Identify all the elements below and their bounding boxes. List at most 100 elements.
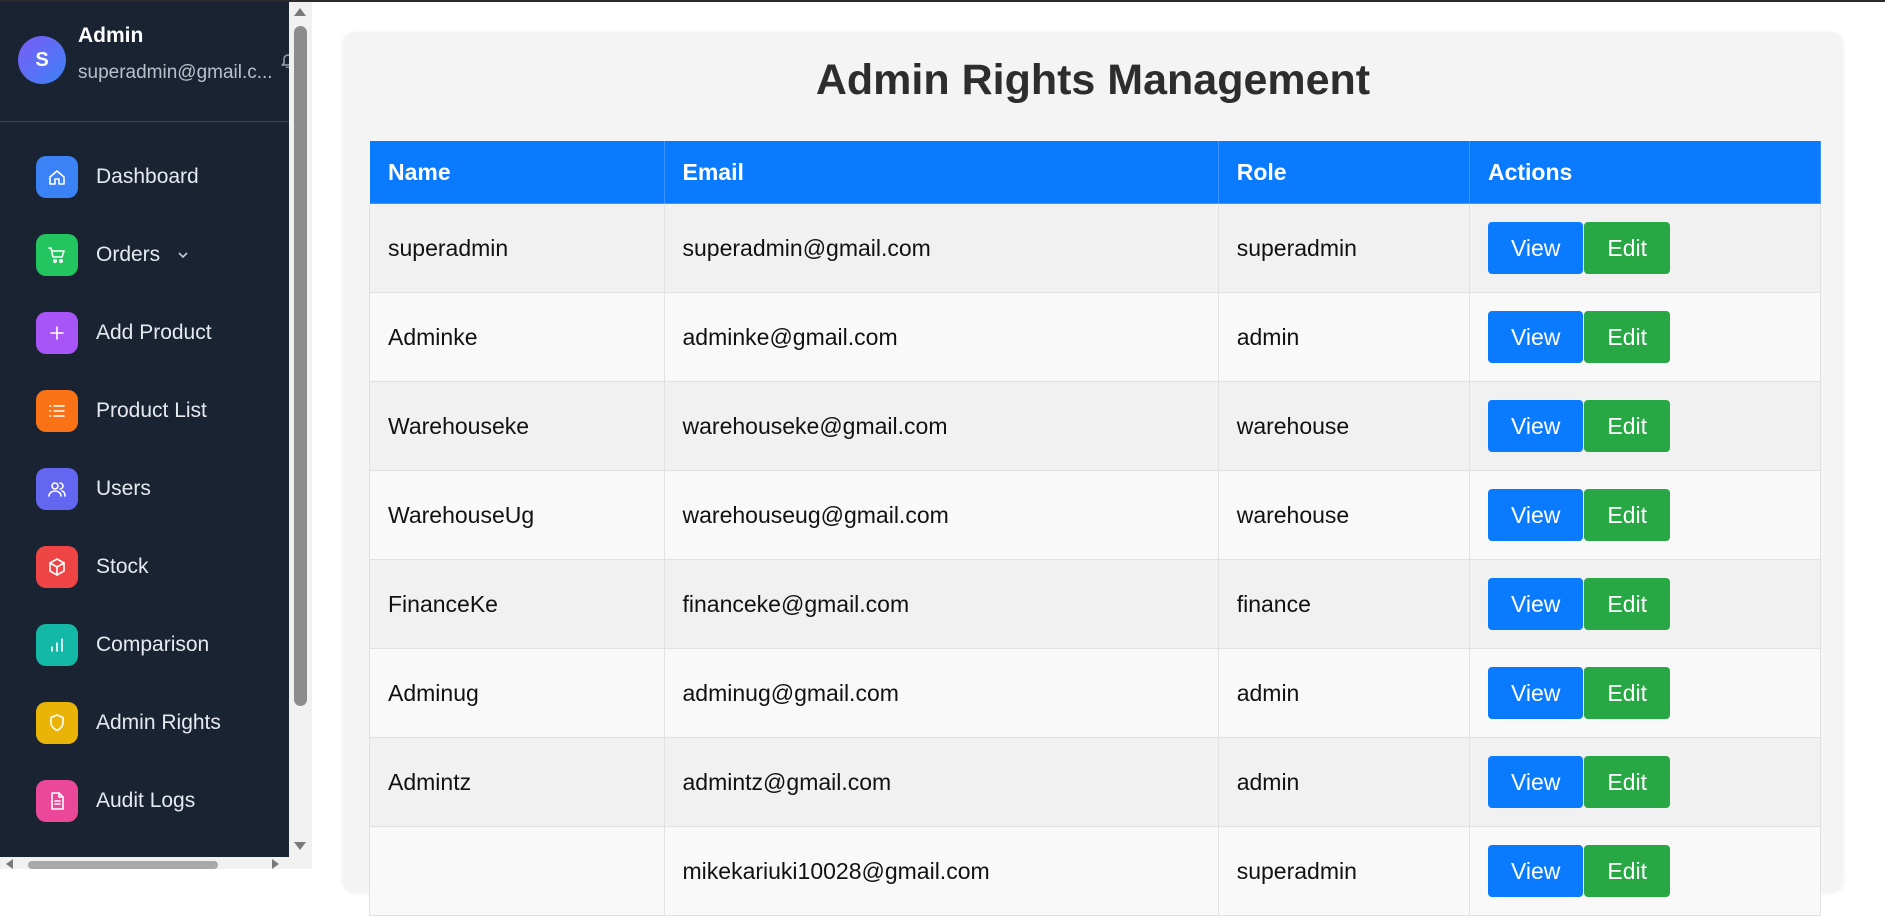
window-top-border xyxy=(0,0,1885,2)
sidebar-nav: Dashboard Orders Add Product Product List Us… xyxy=(0,138,289,840)
sidebar-item-label: Stock xyxy=(96,555,149,578)
edit-button[interactable]: Edit xyxy=(1584,756,1671,808)
cell-actions: View Edit xyxy=(1468,292,1822,382)
cell-actions: View Edit xyxy=(1468,203,1822,293)
cell-name: FinanceKe xyxy=(369,559,665,649)
view-button[interactable]: View xyxy=(1487,400,1584,452)
table-row: Warehouseke warehouseke@gmail.com warehous… xyxy=(369,381,1822,471)
cell-role: warehouse xyxy=(1217,470,1470,560)
sidebar-item-users[interactable]: Users xyxy=(0,450,289,528)
sidebar-item-label: Comparison xyxy=(96,633,210,656)
column-header-actions: Actions xyxy=(1468,140,1822,204)
sidebar-item-orders[interactable]: Orders xyxy=(0,216,289,294)
cell-actions: View Edit xyxy=(1468,648,1822,738)
scroll-down-arrow-icon[interactable] xyxy=(294,842,306,850)
sidebar-item-label: Admin Rights xyxy=(96,711,221,734)
horizontal-scrollbar-thumb[interactable] xyxy=(28,861,218,869)
sidebar-item-add-product[interactable]: Add Product xyxy=(0,294,289,372)
sidebar-item-label: Dashboard xyxy=(96,165,199,188)
table-header-row: Name Email Role Actions xyxy=(369,140,1822,204)
shield-icon xyxy=(36,702,78,744)
profile-name: Admin xyxy=(78,24,144,47)
cell-role: superadmin xyxy=(1217,826,1470,916)
box-icon xyxy=(36,546,78,588)
sidebar-item-comparison[interactable]: Comparison xyxy=(0,606,289,684)
table-row: Adminug adminug@gmail.com admin View Edit xyxy=(369,648,1822,738)
cell-name: Warehouseke xyxy=(369,381,665,471)
table-row: mikekariuki10028@gmail.com superadmin View… xyxy=(369,826,1822,916)
view-button[interactable]: View xyxy=(1487,667,1584,719)
view-button[interactable]: View xyxy=(1487,756,1584,808)
edit-button[interactable]: Edit xyxy=(1584,578,1671,630)
table-row: WarehouseUg warehouseug@gmail.com warehous… xyxy=(369,470,1822,560)
sidebar-vertical-scrollbar[interactable] xyxy=(289,0,312,869)
view-button[interactable]: View xyxy=(1487,578,1584,630)
main-content: Admin Rights Management Name Email Role … xyxy=(312,2,1885,916)
view-button[interactable]: View xyxy=(1487,845,1584,897)
sidebar-item-stock[interactable]: Stock xyxy=(0,528,289,606)
sidebar-item-dashboard[interactable]: Dashboard xyxy=(0,138,289,216)
cell-email: adminug@gmail.com xyxy=(663,648,1219,738)
cell-actions: View Edit xyxy=(1468,737,1822,827)
scrollbar-thumb[interactable] xyxy=(294,26,307,706)
edit-button[interactable]: Edit xyxy=(1584,400,1671,452)
document-icon xyxy=(36,780,78,822)
cell-role: superadmin xyxy=(1217,203,1470,293)
plus-icon xyxy=(36,312,78,354)
column-header-name: Name xyxy=(369,140,665,204)
avatar[interactable]: S xyxy=(18,36,66,84)
view-button[interactable]: View xyxy=(1487,489,1584,541)
cell-role: admin xyxy=(1217,648,1470,738)
sidebar-item-product-list[interactable]: Product List xyxy=(0,372,289,450)
cell-name: WarehouseUg xyxy=(369,470,665,560)
cell-email: warehouseug@gmail.com xyxy=(663,470,1219,560)
sidebar-horizontal-scrollbar[interactable] xyxy=(0,857,312,869)
profile-email: superadmin@gmail.c... xyxy=(78,62,273,83)
chevron-down-icon[interactable] xyxy=(176,248,190,262)
table-row: FinanceKe financeke@gmail.com finance View E… xyxy=(369,559,1822,649)
edit-button[interactable]: Edit xyxy=(1584,222,1671,274)
table-row: superadmin superadmin@gmail.com superadmin… xyxy=(369,203,1822,293)
list-icon xyxy=(36,390,78,432)
view-button[interactable]: View xyxy=(1487,311,1584,363)
cell-email: financeke@gmail.com xyxy=(663,559,1219,649)
column-header-email: Email xyxy=(663,140,1219,204)
table-row: Adminke adminke@gmail.com admin View Edit xyxy=(369,292,1822,382)
cell-actions: View Edit xyxy=(1468,381,1822,471)
edit-button[interactable]: Edit xyxy=(1584,845,1671,897)
sidebar-item-label: Add Product xyxy=(96,321,212,344)
cell-email: warehouseke@gmail.com xyxy=(663,381,1219,471)
scroll-right-arrow-icon[interactable] xyxy=(272,859,279,869)
table-row: Admintz admintz@gmail.com admin View Edit xyxy=(369,737,1822,827)
sidebar-item-admin-rights[interactable]: Admin Rights xyxy=(0,684,289,762)
home-icon xyxy=(36,156,78,198)
cell-name: Admintz xyxy=(369,737,665,827)
profile-section: S Admin superadmin@gmail.c... xyxy=(0,0,289,122)
cell-email: mikekariuki10028@gmail.com xyxy=(663,826,1219,916)
sidebar-item-label: Users xyxy=(96,477,151,500)
admin-rights-table: Name Email Role Actions superadmin supera… xyxy=(369,140,1822,916)
edit-button[interactable]: Edit xyxy=(1584,667,1671,719)
cell-role: finance xyxy=(1217,559,1470,649)
cell-role: admin xyxy=(1217,292,1470,382)
cell-actions: View Edit xyxy=(1468,470,1822,560)
page-title: Admin Rights Management xyxy=(815,56,1371,104)
scroll-left-arrow-icon[interactable] xyxy=(6,859,13,869)
sidebar-item-label: Audit Logs xyxy=(96,789,196,812)
admin-rights-card: Admin Rights Management Name Email Role … xyxy=(343,32,1843,916)
edit-button[interactable]: Edit xyxy=(1584,311,1671,363)
cell-role: warehouse xyxy=(1217,381,1470,471)
edit-button[interactable]: Edit xyxy=(1584,489,1671,541)
sidebar-item-audit-logs[interactable]: Audit Logs xyxy=(0,762,289,840)
cell-name xyxy=(369,826,665,916)
cell-email: admintz@gmail.com xyxy=(663,737,1219,827)
users-icon xyxy=(36,468,78,510)
sidebar-item-label: Product List xyxy=(96,399,207,422)
scroll-up-arrow-icon[interactable] xyxy=(294,8,306,16)
cell-email: adminke@gmail.com xyxy=(663,292,1219,382)
cell-actions: View Edit xyxy=(1468,826,1822,916)
view-button[interactable]: View xyxy=(1487,222,1584,274)
bell-icon[interactable] xyxy=(281,52,289,68)
cart-icon xyxy=(36,234,78,276)
cell-name: Adminug xyxy=(369,648,665,738)
